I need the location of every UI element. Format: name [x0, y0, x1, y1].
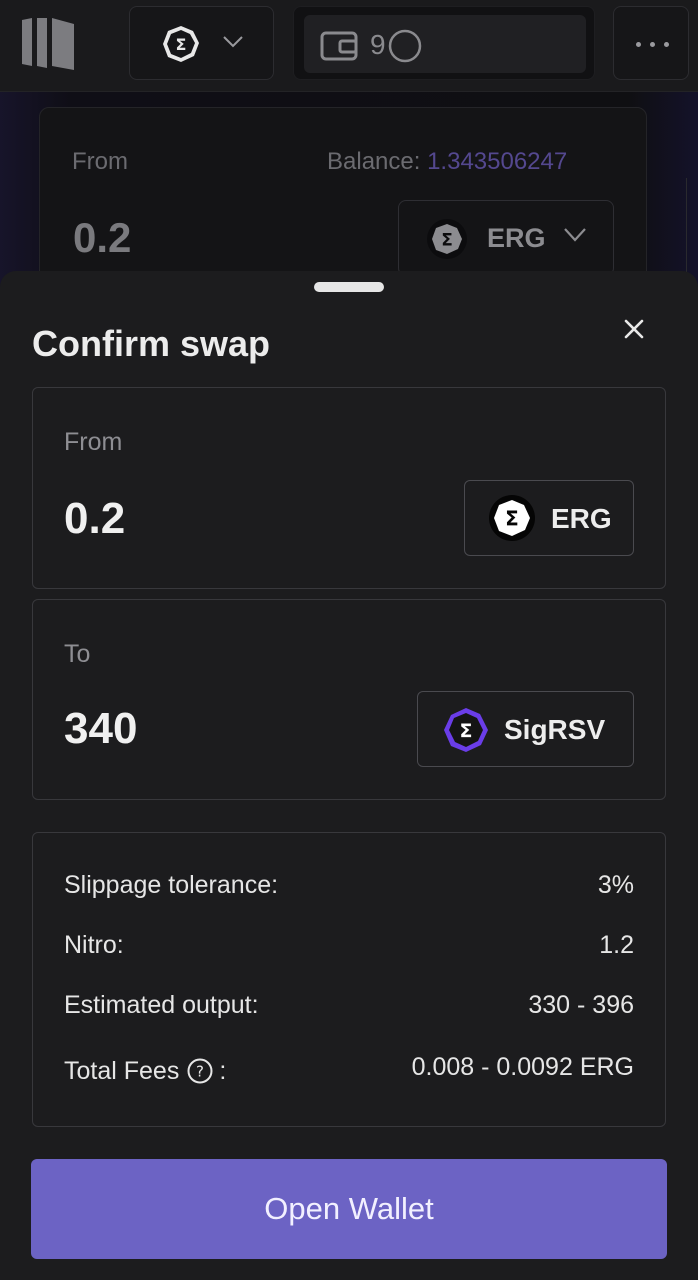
- background-token-label: ERG: [487, 223, 546, 253]
- more-menu-button[interactable]: [613, 6, 689, 80]
- background-from-label: From: [72, 148, 128, 175]
- question-circle-icon[interactable]: ?: [187, 1058, 213, 1084]
- wallet-icon: [320, 31, 358, 61]
- background-balance: Balance: 1.343506247: [327, 148, 567, 176]
- to-panel: To 340 Σ SigRSV: [32, 599, 666, 800]
- open-wallet-button[interactable]: Open Wallet: [31, 1159, 667, 1259]
- ergo-sigma-icon: Σ: [427, 219, 467, 259]
- slippage-value: 3%: [597, 871, 634, 899]
- top-bar: Σ 9: [0, 0, 698, 92]
- ergo-sigma-icon: Σ: [163, 26, 199, 62]
- nitro-label: Nitro:: [64, 931, 124, 959]
- from-panel: From 0.2 Σ ERG: [32, 387, 666, 589]
- to-token-label: SigRSV: [504, 714, 606, 745]
- nitro-value: 1.2: [599, 931, 634, 959]
- to-label: To: [64, 640, 91, 668]
- balance-value[interactable]: 1.343506247: [427, 148, 567, 175]
- swap-details-panel: Slippage tolerance: 3% Nitro: 1.2 Estima…: [32, 832, 666, 1127]
- confirm-swap-sheet: Confirm swap From 0.2 Σ ERG To 340 Σ Sig…: [0, 271, 698, 1280]
- more-dots-icon: [636, 42, 641, 47]
- open-wallet-label: Open Wallet: [264, 1191, 434, 1226]
- nitro-row: Nitro: 1.2: [64, 931, 634, 965]
- total-fees-row: Total Fees ? : 0.008 - 0.0092 ERG: [64, 1053, 634, 1087]
- to-amount: 340: [64, 704, 138, 753]
- wallet-address-text: 9: [370, 29, 387, 60]
- svg-text:?: ?: [196, 1063, 204, 1081]
- background-token-selector[interactable]: Σ ERG: [398, 200, 614, 276]
- scrollbar-edge: [686, 178, 698, 278]
- background-app: Σ 9 From Balance: 1.343506247 0.2 Σ ERG: [0, 0, 698, 307]
- chevron-down-icon: [564, 228, 586, 242]
- balance-label: Balance:: [327, 148, 421, 175]
- estimated-output-value: 330 - 396: [528, 991, 634, 1019]
- svg-text:Σ: Σ: [441, 231, 453, 251]
- svg-text:Σ: Σ: [505, 507, 519, 531]
- estimated-output-row: Estimated output: 330 - 396: [64, 991, 634, 1025]
- from-amount: 0.2: [64, 494, 126, 543]
- svg-text:Σ: Σ: [460, 720, 473, 742]
- from-label: From: [64, 428, 123, 456]
- sigrsv-sigma-icon: Σ: [444, 708, 488, 752]
- wallet-connection-box[interactable]: 9: [293, 6, 595, 80]
- total-fees-value: 0.008 - 0.0092 ERG: [411, 1053, 634, 1081]
- chevron-down-icon: [223, 36, 243, 48]
- ergo-sigma-icon: Σ: [489, 495, 535, 541]
- total-fees-suffix: :: [219, 1057, 227, 1085]
- total-fees-label-group: Total Fees ? :: [64, 1057, 226, 1086]
- sheet-title: Confirm swap: [32, 323, 271, 364]
- svg-text:Σ: Σ: [176, 35, 187, 54]
- from-token-label: ERG: [551, 503, 612, 534]
- close-icon[interactable]: [618, 313, 650, 345]
- slippage-row: Slippage tolerance: 3%: [64, 871, 634, 905]
- wallet-avatar-icon: [388, 29, 422, 63]
- app-logo-icon[interactable]: [20, 16, 76, 72]
- estimated-output-label: Estimated output:: [64, 991, 259, 1019]
- total-fees-label: Total Fees: [64, 1057, 180, 1085]
- slippage-label: Slippage tolerance:: [64, 871, 279, 899]
- background-amount-input[interactable]: 0.2: [73, 214, 131, 262]
- wallet-address-field[interactable]: 9: [304, 15, 586, 73]
- to-token-badge: Σ SigRSV: [417, 691, 634, 767]
- network-selector-button[interactable]: Σ: [129, 6, 274, 80]
- from-token-badge: Σ ERG: [464, 480, 634, 556]
- sheet-drag-handle[interactable]: [314, 282, 384, 292]
